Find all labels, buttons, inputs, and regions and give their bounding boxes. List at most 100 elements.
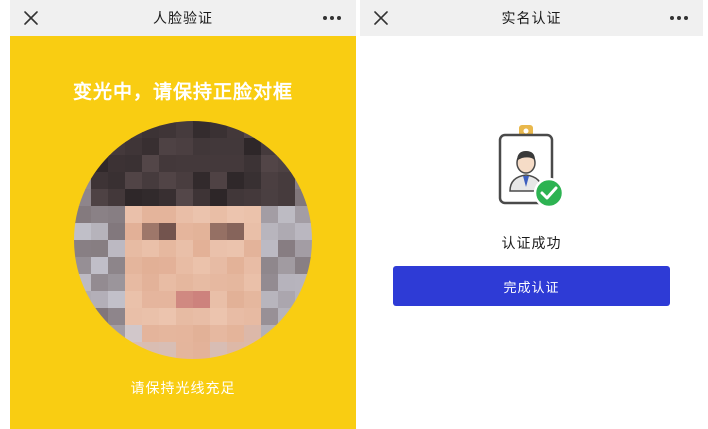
mosaic-tile: [261, 121, 279, 139]
mosaic-tile: [91, 291, 109, 309]
mosaic-tile: [74, 291, 92, 309]
mosaic-tile: [125, 342, 143, 359]
mosaic-tile: [125, 172, 143, 190]
mosaic-tile: [278, 291, 296, 309]
complete-verification-button[interactable]: 完成认证: [393, 266, 670, 306]
light-instruction: 请保持光线充足: [130, 381, 236, 397]
face-instruction: 变光中，请保持正脸对框: [72, 81, 293, 103]
mosaic-tile: [108, 240, 126, 258]
real-name-navbar: 实名认证: [360, 0, 703, 36]
id-badge-verified-icon: [498, 125, 565, 209]
close-icon[interactable]: [372, 9, 390, 27]
mosaic-tile: [176, 240, 194, 258]
mosaic-tile: [193, 172, 211, 190]
mosaic-tile: [142, 172, 160, 190]
mosaic-tile: [142, 308, 160, 326]
mosaic-tile: [142, 257, 160, 275]
mosaic-tile: [244, 257, 262, 275]
mosaic-tile: [125, 308, 143, 326]
mosaic-tile: [91, 240, 109, 258]
mosaic-tile: [74, 121, 92, 139]
mosaic-tile: [261, 308, 279, 326]
mosaic-tile: [261, 274, 279, 292]
close-icon[interactable]: [22, 9, 40, 27]
mosaic-tile: [125, 155, 143, 173]
mosaic-tile: [261, 189, 279, 207]
mosaic-tile: [74, 274, 92, 292]
mosaic-tile: [125, 223, 143, 241]
mosaic-tile: [159, 240, 177, 258]
mosaic-tile: [278, 325, 296, 343]
mosaic-tile: [108, 155, 126, 173]
mosaic-tile: [278, 121, 296, 139]
mosaic-tile: [91, 325, 109, 343]
mosaic-tile: [227, 138, 245, 156]
mosaic-tile: [74, 240, 92, 258]
mosaic-tile: [159, 274, 177, 292]
mosaic-tile: [244, 291, 262, 309]
mosaic-tile: [227, 274, 245, 292]
mosaic-tile: [74, 155, 92, 173]
mosaic-tile: [244, 138, 262, 156]
mosaic-tile: [142, 155, 160, 173]
mosaic-tile: [176, 274, 194, 292]
mosaic-tile: [74, 325, 92, 343]
mosaic-tile: [142, 291, 160, 309]
mosaic-tile: [108, 138, 126, 156]
mosaic-tile: [142, 206, 160, 224]
mosaic-tile: [176, 189, 194, 207]
mosaic-tile: [176, 342, 194, 359]
mosaic-tile: [193, 206, 211, 224]
mosaic-tile: [261, 325, 279, 343]
mosaic-tile: [159, 291, 177, 309]
mosaic-tile: [261, 342, 279, 359]
mosaic-tile: [261, 155, 279, 173]
mosaic-tile: [210, 240, 228, 258]
mosaic-tile: [142, 240, 160, 258]
mosaic-tile: [244, 308, 262, 326]
mosaic-tile: [295, 325, 312, 343]
mosaic-tile: [91, 257, 109, 275]
mosaic-tile: [176, 325, 194, 343]
mosaic-tile: [91, 223, 109, 241]
mosaic-tile: [244, 189, 262, 207]
mosaic-tile: [210, 223, 228, 241]
mosaic-tile: [278, 223, 296, 241]
mosaic-tile: [227, 155, 245, 173]
mosaic-tile: [193, 257, 211, 275]
mosaic-tile: [142, 325, 160, 343]
mosaic-tile: [193, 325, 211, 343]
mosaic-tile: [295, 223, 312, 241]
mosaic-tile: [227, 325, 245, 343]
mosaic-tile: [244, 240, 262, 258]
mosaic-tile: [176, 223, 194, 241]
mosaic-tile: [193, 223, 211, 241]
mosaic-tile: [278, 189, 296, 207]
mosaic-tile: [193, 121, 211, 139]
mosaic-tile: [227, 308, 245, 326]
mosaic-tile: [91, 308, 109, 326]
mosaic-tile: [142, 223, 160, 241]
mosaic-tile: [108, 121, 126, 139]
mosaic-tile: [210, 257, 228, 275]
mosaic-tile: [74, 308, 92, 326]
mosaic-tile: [210, 342, 228, 359]
mosaic-tile: [125, 206, 143, 224]
mosaic-tile: [244, 325, 262, 343]
more-icon[interactable]: [322, 11, 342, 25]
mosaic-tile: [295, 121, 312, 139]
mosaic-tile: [108, 189, 126, 207]
real-name-verification-screen: 实名认证 认证成功 完成认证: [360, 0, 703, 429]
status-text: 认证成功: [501, 236, 562, 252]
mosaic-tile: [210, 206, 228, 224]
mosaic-tile: [91, 138, 109, 156]
mosaic-tile: [159, 257, 177, 275]
mosaic-tile: [227, 257, 245, 275]
mosaic-tile: [142, 138, 160, 156]
mosaic-tile: [295, 257, 312, 275]
more-icon[interactable]: [669, 11, 689, 25]
mosaic-tile: [227, 189, 245, 207]
mosaic-tile: [108, 308, 126, 326]
mosaic-tile: [125, 274, 143, 292]
mosaic-tile: [210, 138, 228, 156]
